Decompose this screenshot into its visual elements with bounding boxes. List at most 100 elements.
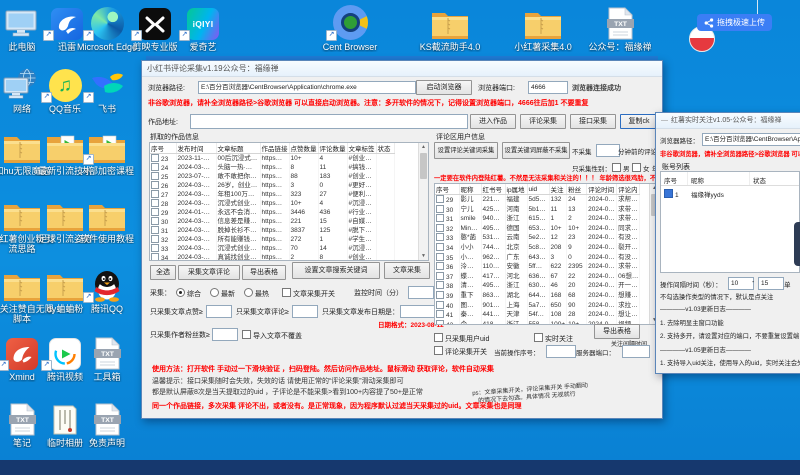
desktop-icon[interactable]: ↗腾讯QQ <box>75 266 139 314</box>
enter-work-button[interactable]: 进入作品 <box>470 114 516 129</box>
row-checkbox-icon[interactable] <box>151 172 159 180</box>
table-row[interactable]: 292024-01-…永远不会消…https…3446436#行业… <box>150 208 394 217</box>
scroll-thumb[interactable] <box>420 153 427 179</box>
row-checkbox-icon[interactable] <box>436 214 444 222</box>
articles-table[interactable]: 序号发布时间文章标题作品链接点赞数量评论数量文章标签状态232023-11-…0… <box>149 142 429 261</box>
desktop-icon[interactable]: TXT免责声明 <box>75 400 139 448</box>
column-header[interactable]: 序号 <box>435 184 459 195</box>
upload-pill[interactable]: 拖拽极速上传 <box>697 14 772 31</box>
table-row[interactable]: 38清…495…浙江630…46202024-0…开一… <box>435 281 640 291</box>
row-checkbox-icon[interactable] <box>151 217 159 225</box>
table-row[interactable]: 32Min…495…德国653…10+10+2024-0…同求… <box>435 224 640 234</box>
account-row[interactable]: 1 <box>664 189 679 199</box>
column-header[interactable]: 昵称 <box>459 184 481 195</box>
row-checkbox-icon[interactable] <box>436 195 444 203</box>
table-row[interactable]: 29影儿221…福建5d5…132242024-0…求帮… <box>435 195 640 205</box>
launch-browser-button[interactable]: 启动浏览器 <box>416 80 472 95</box>
gender-female-checkbox[interactable]: 女 <box>632 163 650 173</box>
import-nooverwrite-checkbox[interactable]: 导入文章不覆盖 <box>242 330 302 341</box>
row-checkbox-icon[interactable] <box>151 226 159 234</box>
row-checkbox-icon[interactable] <box>436 243 444 251</box>
column-header[interactable]: ip属地 <box>505 184 527 195</box>
column-header[interactable]: 粉丝 <box>567 184 587 195</box>
row-checkbox-icon[interactable] <box>151 208 159 216</box>
row-checkbox-icon[interactable] <box>151 163 159 171</box>
kw-collect-button[interactable]: 设置评论关键词采集 <box>434 142 498 159</box>
column-header[interactable]: 文章标签 <box>347 143 376 154</box>
checkbox-icon[interactable] <box>282 288 291 297</box>
work-address-input[interactable] <box>190 114 468 129</box>
monitor-time-input[interactable] <box>408 286 434 299</box>
filter-comments-input[interactable] <box>292 305 318 318</box>
column-header[interactable]: 文章标题 <box>216 143 260 154</box>
checkbox-icon[interactable] <box>632 163 641 172</box>
checkbox-icon[interactable] <box>612 163 621 172</box>
desktop-icon[interactable]: iQIYI↗爱奇艺 <box>171 4 235 52</box>
table-row[interactable]: 242024-03-…头脑一热·…https…811#搞钱… <box>150 163 394 172</box>
row-checkbox-icon[interactable] <box>436 205 444 213</box>
table-row[interactable]: 35小…962…广东643…302024-0…有没… <box>435 253 640 263</box>
row-checkbox-icon[interactable] <box>151 154 159 162</box>
table-row[interactable]: 232023-11-…00后沉浸式…https…10+4#创业… <box>150 154 394 164</box>
row-checkbox-icon[interactable] <box>151 190 159 198</box>
radio-icon[interactable] <box>210 288 219 297</box>
radio-icon[interactable] <box>244 288 253 297</box>
row-checkbox-icon[interactable] <box>436 320 444 324</box>
desktop-icon[interactable]: ↗Cent Browser <box>318 4 382 52</box>
column-header[interactable]: 评论时间 <box>587 184 617 195</box>
side-path-input[interactable]: E:\百分百浏览器\CentBrowser\Applicatio <box>702 133 800 146</box>
only-uid-checkbox[interactable]: 只采集用户uid <box>434 333 489 344</box>
row-checkbox-icon[interactable] <box>436 281 444 289</box>
row-checkbox-icon[interactable] <box>151 235 159 243</box>
comments-table[interactable]: 序号昵称红书号ip属地uid关注粉丝评论时间评论内29影儿221…福建5d5…1… <box>434 183 660 325</box>
filter-fans-input[interactable] <box>212 328 238 341</box>
interval-from-input[interactable]: 10 <box>728 277 754 290</box>
column-header[interactable]: uid <box>527 184 549 195</box>
desktop-icon[interactable]: TXT工具箱 <box>75 334 139 382</box>
checkbox-icon[interactable] <box>534 333 543 342</box>
table-row[interactable]: 272024-03-…年租100万…https…32327#便利… <box>150 190 394 199</box>
search-keyword-button[interactable]: 设置文章搜索关键词 <box>292 262 380 279</box>
side-title-bar[interactable]: —红薯实时关注v1.05-公众号：福缘禅 <box>656 113 800 129</box>
radio-icon[interactable] <box>176 288 185 297</box>
row-checkbox-icon[interactable] <box>151 181 159 189</box>
server-port-input[interactable] <box>622 345 650 358</box>
skip-minutes-input[interactable] <box>596 144 620 157</box>
row-checkbox-icon[interactable] <box>151 253 159 260</box>
current-index-input[interactable] <box>546 345 576 358</box>
taskbar[interactable] <box>0 460 800 475</box>
desktop-icon[interactable]: KS截流助手4.0 <box>418 4 482 52</box>
table-row[interactable]: 332024-03-…沉浸式创业…https…7014#沉浸… <box>150 244 394 253</box>
radio-mode-2[interactable]: 最热 <box>244 288 269 299</box>
filter-likes-input[interactable] <box>206 305 232 318</box>
radio-mode-1[interactable]: 最新 <box>210 288 235 299</box>
row-checkbox-icon[interactable] <box>436 301 444 309</box>
comment-collect-button[interactable]: 评论采集 <box>520 114 566 129</box>
checkbox-icon[interactable] <box>434 333 443 342</box>
row-checkbox-icon[interactable] <box>436 291 444 299</box>
scroll-up-icon[interactable]: ▲ <box>419 143 428 151</box>
table-row[interactable]: 33憨*菡531…云南5e2…12232024-0…有没… <box>435 233 640 243</box>
table-row[interactable]: 322024-03-…所有能赚钱…https…2721#学生… <box>150 235 394 244</box>
column-header[interactable]: 发布时间 <box>176 143 216 154</box>
articles-scrollbar[interactable]: ▲ ▼ <box>418 143 428 260</box>
desktop-icon[interactable]: ↗内部加密课程 <box>75 128 139 176</box>
api-collect-button[interactable]: 接口采集 <box>570 114 616 129</box>
checkbox-checked-icon[interactable] <box>664 189 673 198</box>
export-articles-button[interactable]: 导出表格 <box>242 265 286 280</box>
row-checkbox-icon[interactable] <box>436 310 444 318</box>
column-header[interactable]: 状态 <box>376 143 394 154</box>
screen-edge-handle[interactable] <box>794 222 800 266</box>
table-row[interactable]: 342024-03-…真诚找创业…https…28#创业… <box>150 253 394 260</box>
checkbox-icon[interactable] <box>434 346 443 355</box>
realtime-follow-checkbox[interactable]: 实时关注 <box>534 333 573 344</box>
comment-switch-checkbox[interactable]: 评论采集开关 <box>434 346 487 357</box>
table-row[interactable]: 40图…901…上海5a7…650902024-0…求拉… <box>435 301 640 311</box>
browser-path-input[interactable]: E:\百分百浏览器\CentBrowser\Application\chrome… <box>198 81 416 94</box>
export-comments-button[interactable]: 导出表格 <box>594 324 640 339</box>
table-row[interactable]: 312024-03-…脱掉长衫不…https…3837125#脱下… <box>150 226 394 235</box>
kw-block-button[interactable]: 设置关键词屏蔽不采集 <box>502 142 570 159</box>
main-title-bar[interactable]: 小红书评论采集v1.19公众号：福缘禅 <box>142 61 662 77</box>
scroll-down-icon[interactable]: ▼ <box>419 252 428 260</box>
row-checkbox-icon[interactable] <box>436 233 444 241</box>
